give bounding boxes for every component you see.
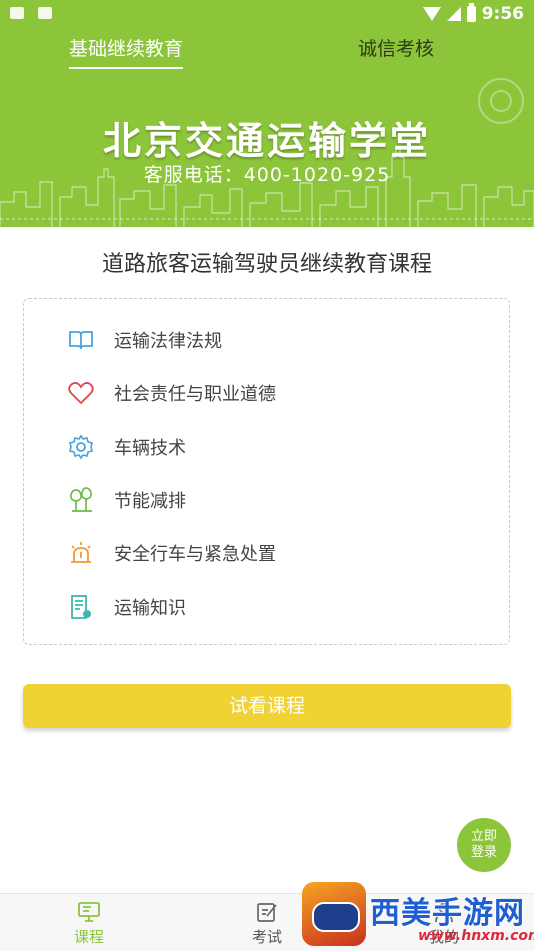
app-notification-icon [38,7,52,19]
login-now-button[interactable]: 立即 登录 [457,818,511,872]
signal-icon [446,7,461,21]
course-item-safe-driving[interactable]: 安全行车与紧急处置 [68,538,276,568]
alarm-light-icon [68,540,94,566]
tree-icon [68,487,94,513]
document-icon [68,594,94,620]
status-bar: 9:56 [0,0,534,28]
book-icon [68,327,94,353]
nav-exam[interactable]: 考试 [237,900,297,947]
edit-icon [237,900,297,924]
status-time: 9:56 [481,4,524,24]
login-fab-line1: 立即 [470,829,497,844]
try-course-button[interactable]: 试看课程 [23,684,511,728]
nav-exam-label: 考试 [251,928,282,946]
course-item-vehicle-technology[interactable]: 车辆技术 [68,432,186,462]
heart-icon [68,380,94,406]
gear-icon [68,434,94,460]
course-section-title: 道路旅客运输驾驶员继续教育课程 [101,252,432,277]
course-item-transport-knowledge[interactable]: 运输知识 [68,592,186,622]
gamepad-icon [312,902,360,932]
battery-icon [466,3,476,22]
course-item-energy-saving[interactable]: 节能减排 [68,485,186,515]
course-item-label: 运输知识 [114,598,186,619]
watermark-url: www.hnxm.com [418,928,534,944]
course-item-transport-law[interactable]: 运输法律法规 [68,325,222,355]
wifi-icon [422,7,441,21]
nav-courses-label: 课程 [73,928,104,946]
header-banner: 9:56 基础继续教育 诚信考核 北京交通运输学堂 客服电话：400-1020-… [0,0,534,227]
course-item-social-responsibility[interactable]: 社会责任与职业道德 [68,378,276,408]
site-watermark: 西美手游网 www.hnxm.com [300,880,534,950]
course-item-label: 节能减排 [114,491,186,512]
course-item-label: 车辆技术 [114,438,186,459]
login-fab-line2: 登录 [470,845,497,860]
nav-courses[interactable]: 课程 [59,900,119,947]
watermark-text: 西美手游网 [370,896,525,931]
monitor-icon [59,900,119,924]
course-item-label: 安全行车与紧急处置 [114,544,276,565]
course-item-label: 运输法律法规 [114,331,222,352]
course-item-label: 社会责任与职业道德 [114,384,276,405]
course-list: 运输法律法规 社会责任与职业道德 车辆技术 节能减排 安全行车与紧急处置 运输知… [23,298,510,645]
tab-integrity-assessment[interactable]: 诚信考核 [358,34,434,61]
tab-basic-education[interactable]: 基础继续教育 [69,34,184,69]
notification-icon [10,7,24,19]
city-skyline-illustration [0,148,534,227]
